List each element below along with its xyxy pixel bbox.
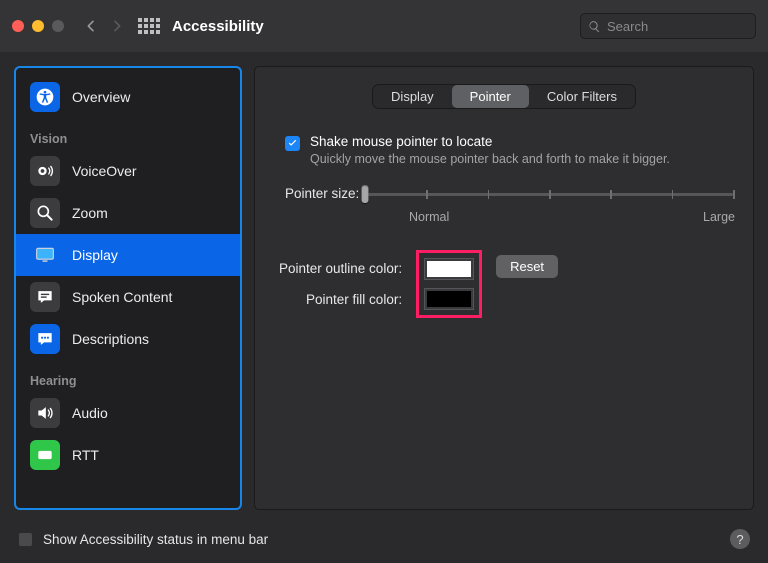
- menubar-status-checkbox[interactable]: [18, 532, 33, 547]
- pointer-size-min-label: Normal: [409, 210, 449, 224]
- tab-color-filters[interactable]: Color Filters: [529, 85, 635, 108]
- checkmark-icon: [287, 138, 298, 149]
- pointer-size-slider[interactable]: [365, 184, 733, 204]
- close-window-button[interactable]: [12, 20, 24, 32]
- sidebar-item-descriptions[interactable]: Descriptions: [16, 318, 240, 360]
- sidebar-section-hearing: Hearing: [16, 360, 240, 392]
- tab-pointer[interactable]: Pointer: [452, 85, 529, 108]
- descriptions-icon: [30, 324, 60, 354]
- fill-color-well[interactable]: [424, 288, 474, 310]
- fill-color-label: Pointer fill color:: [279, 292, 402, 307]
- shake-to-locate-checkbox[interactable]: [285, 136, 300, 151]
- slider-knob[interactable]: [362, 185, 369, 203]
- sidebar-item-spoken-content[interactable]: Spoken Content: [16, 276, 240, 318]
- sidebar-item-label: Overview: [72, 89, 130, 105]
- tab-group: Display Pointer Color Filters: [373, 85, 635, 108]
- tab-display[interactable]: Display: [373, 85, 452, 108]
- audio-icon: [30, 398, 60, 428]
- search-field[interactable]: [580, 13, 756, 39]
- sidebar-item-label: Audio: [72, 405, 108, 421]
- zoom-icon: [30, 198, 60, 228]
- sidebar-section-vision: Vision: [16, 118, 240, 150]
- sidebar-item-zoom[interactable]: Zoom: [16, 192, 240, 234]
- shake-to-locate-description: Quickly move the mouse pointer back and …: [310, 151, 670, 168]
- sidebar: Overview Vision VoiceOver Zoom Display: [14, 66, 242, 510]
- back-button[interactable]: [78, 13, 104, 39]
- menubar-status-label: Show Accessibility status in menu bar: [43, 532, 268, 547]
- sidebar-item-overview[interactable]: Overview: [16, 76, 240, 118]
- accessibility-icon: [30, 82, 60, 112]
- spoken-content-icon: [30, 282, 60, 312]
- window-title: Accessibility: [172, 18, 264, 35]
- pointer-size-max-label: Large: [703, 210, 735, 224]
- sidebar-item-label: RTT: [72, 447, 99, 463]
- titlebar: Accessibility: [0, 0, 768, 52]
- outline-color-well[interactable]: [424, 258, 474, 280]
- sidebar-item-voiceover[interactable]: VoiceOver: [16, 150, 240, 192]
- sidebar-item-label: VoiceOver: [72, 163, 137, 179]
- forward-button[interactable]: [104, 13, 130, 39]
- sidebar-item-display[interactable]: Display: [16, 234, 240, 276]
- footer: Show Accessibility status in menu bar ?: [0, 518, 768, 560]
- outline-color-label: Pointer outline color:: [279, 261, 402, 276]
- search-input[interactable]: [607, 19, 768, 34]
- zoom-window-button: [52, 20, 64, 32]
- window-controls: [12, 20, 64, 32]
- sidebar-item-rtt[interactable]: RTT: [16, 434, 240, 476]
- search-icon: [588, 20, 601, 33]
- sidebar-item-label: Spoken Content: [72, 289, 172, 305]
- voiceover-icon: [30, 156, 60, 186]
- rtt-icon: [30, 440, 60, 470]
- help-button[interactable]: ?: [730, 529, 750, 549]
- sidebar-item-audio[interactable]: Audio: [16, 392, 240, 434]
- display-icon: [30, 240, 60, 270]
- minimize-window-button[interactable]: [32, 20, 44, 32]
- sidebar-item-label: Display: [72, 247, 118, 263]
- reset-button[interactable]: Reset: [496, 255, 558, 278]
- settings-panel: Display Pointer Color Filters Shake mous…: [254, 66, 754, 510]
- sidebar-item-label: Descriptions: [72, 331, 149, 347]
- color-swatch-highlight: [416, 250, 482, 318]
- pointer-size-label: Pointer size:: [285, 186, 359, 201]
- shake-to-locate-label: Shake mouse pointer to locate: [310, 134, 670, 149]
- sidebar-item-label: Zoom: [72, 205, 108, 221]
- show-all-prefs-button[interactable]: [136, 13, 162, 39]
